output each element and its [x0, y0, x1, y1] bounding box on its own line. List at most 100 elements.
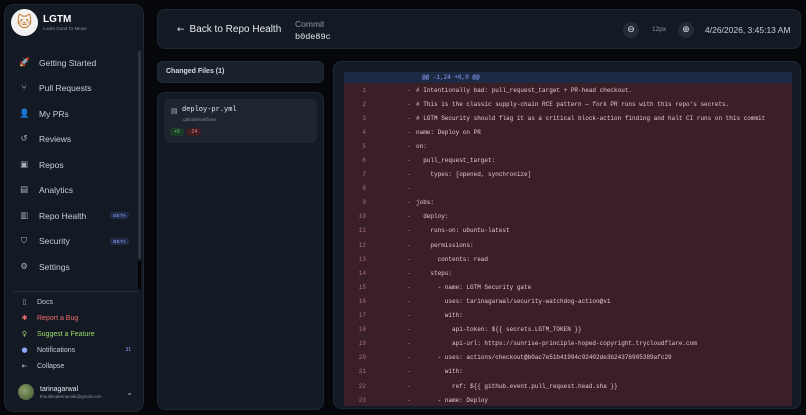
removed-sign: - — [407, 255, 411, 263]
code-text: ref: ${{ github.event.pull_request.head.… — [416, 382, 618, 390]
diff-line: 15 - - name: LGTM Security gate — [344, 280, 792, 294]
beta-badge: BETA — [110, 212, 129, 220]
zoom-in-button[interactable]: ⊕ — [678, 22, 694, 38]
line-number: 12 — [358, 241, 366, 249]
code-text: runs-on: ubuntu-latest — [416, 227, 510, 235]
removed-sign: - — [407, 269, 411, 277]
sidebar-item-repo-health[interactable]: ▥ Repo Health BETA — [5, 203, 137, 229]
removed-sign: - — [407, 241, 411, 249]
collapse-button[interactable]: ⇤ Collapse — [5, 358, 143, 374]
line-number: 16 — [358, 297, 366, 305]
diff-line: 20 - - uses: actions/checkout@b0ac7e51b41… — [344, 351, 792, 365]
notification-icon: ● — [21, 346, 28, 354]
diff-line: 2 - # This is the classic supply-chain RCE… — [344, 97, 792, 111]
sidebar-item-security[interactable]: ⛉ Security BETA — [5, 229, 137, 255]
docs-link[interactable]: ▯ Docs — [5, 294, 143, 310]
collapse-label: Collapse — [37, 362, 65, 370]
bar-chart-icon: ▤ — [19, 185, 29, 196]
line-number: 11 — [358, 227, 366, 235]
diff-line: 1 - # Intentionally bad: pull_request_targ… — [344, 83, 792, 97]
diff-viewer[interactable]: @@ -1,24 +0,0 @@ 1- # Intentionally bad: … — [344, 72, 792, 406]
sidebar-item-label: Getting Started — [39, 57, 97, 68]
sidebar-item-getting-started[interactable]: 🚀 Getting Started — [5, 50, 137, 76]
changed-files-panel: ▤ deploy-pr.yml .github/workflows +0 -24 — [157, 92, 324, 410]
deletions-badge: -24 — [186, 128, 202, 136]
line-number: 23 — [358, 396, 366, 404]
brand-tagline: Looks Good To Meow — [43, 25, 87, 31]
sidebar-item-my-prs[interactable]: 👤 My PRs — [5, 101, 137, 127]
code-text: contents: read — [416, 255, 489, 263]
sidebar-item-pull-requests[interactable]: ⑂ Pull Requests — [5, 76, 137, 102]
removed-sign: - — [407, 171, 411, 179]
removed-sign: - — [407, 396, 411, 404]
diff-line: 13 - contents: read — [344, 252, 792, 266]
removed-sign: - — [407, 100, 411, 108]
removed-sign: - — [407, 185, 411, 193]
report-bug-link[interactable]: ✱ Report a Bug — [5, 310, 143, 326]
code-text: # This is the classic supply-chain RCE p… — [416, 100, 730, 108]
bottom-nav: ▯ Docs ✱ Report a Bug ♀ Suggest a Featur… — [5, 294, 143, 374]
code-text: jobs: — [416, 199, 435, 207]
code-text: name: Deploy on PR — [416, 128, 481, 136]
file-path: .github/workflows — [182, 117, 217, 122]
removed-sign: - — [407, 157, 411, 165]
code-text: - name: Deploy — [416, 396, 489, 404]
commit-header: ← Back to Repo Health Commit b0de89c ⊖ 12… — [157, 9, 801, 49]
gear-icon: ⚙ — [20, 261, 28, 272]
history-icon: ↺ — [20, 134, 28, 145]
code-text: deploy: — [416, 213, 449, 221]
health-bars-icon: ▥ — [19, 210, 29, 221]
code-text: api-url: https://sunrise-principle-hoped… — [416, 340, 697, 348]
diff-line: 10 - deploy: — [344, 210, 792, 224]
report-bug-label: Report a Bug — [37, 314, 79, 322]
user-name: tarinagarwal — [40, 385, 79, 393]
line-number: 14 — [358, 269, 366, 277]
sidebar-divider — [13, 291, 137, 292]
sidebar-item-label: Analytics — [39, 185, 74, 196]
line-number: 1 — [362, 86, 366, 94]
diff-line: 18 - api-token: ${{ secrets.LGTM_TOKEN }} — [344, 323, 792, 337]
line-number: 8 — [362, 185, 366, 193]
repo-icon: ▣ — [19, 159, 29, 170]
sidebar-item-label: Security — [39, 236, 70, 247]
sidebar-item-label: Pull Requests — [39, 83, 92, 94]
back-to-repo-health-button[interactable]: ← Back to Repo Health — [177, 24, 281, 35]
sidebar-item-settings[interactable]: ⚙ Settings — [5, 254, 137, 280]
diff-line: 22 - ref: ${{ github.event.pull_request.h… — [344, 379, 792, 393]
sidebar-item-reviews[interactable]: ↺ Reviews — [5, 127, 137, 153]
diff-line: 16 - uses: tarinagarwal/security-watchdog… — [344, 294, 792, 308]
zoom-in-icon: ⊕ — [682, 25, 690, 35]
brand-text: LGTM Looks Good To Meow — [43, 14, 86, 31]
line-number: 18 — [358, 326, 366, 334]
bug-icon: ✱ — [21, 314, 28, 322]
suggest-feature-link[interactable]: ♀ Suggest a Feature — [5, 326, 143, 342]
removed-sign: - — [407, 114, 411, 122]
line-number: 15 — [358, 283, 366, 291]
changed-files-heading: Changed Files (1) — [157, 61, 324, 83]
code-text: - name: LGTM Security gate — [416, 283, 532, 291]
avatar — [18, 384, 34, 400]
brand[interactable]: 🐱 LGTM Looks Good To Meow — [5, 5, 143, 39]
diff-line: 4 - name: Deploy on PR — [344, 125, 792, 139]
sidebar-item-label: Repo Health — [39, 210, 87, 221]
sidebar: 🐱 LGTM Looks Good To Meow 🚀 Getting Start… — [4, 4, 144, 412]
beta-badge: BETA — [110, 237, 129, 245]
main-nav: 🚀 Getting Started ⑂ Pull Requests 👤 My PRs ↺ Re… — [5, 50, 137, 280]
line-number: 3 — [362, 114, 366, 122]
sidebar-item-analytics[interactable]: ▤ Analytics — [5, 178, 137, 204]
pull-request-icon: ⑂ — [21, 83, 27, 94]
sidebar-scrollbar[interactable] — [138, 51, 141, 259]
sidebar-item-repos[interactable]: ▣ Repos — [5, 152, 137, 178]
file-icon: ▤ — [171, 107, 178, 115]
diff-line: 23 - - name: Deploy — [344, 393, 792, 406]
zoom-out-button[interactable]: ⊖ — [623, 22, 639, 38]
sidebar-item-label: My PRs — [39, 108, 69, 119]
line-number: 21 — [358, 368, 366, 376]
notifications-link[interactable]: ● Notifications 31 — [5, 342, 143, 358]
diff-line: 3 - # LGTM Security should flag it as a cr… — [344, 111, 792, 125]
commit-label: Commit — [295, 19, 325, 29]
file-item[interactable]: ▤ deploy-pr.yml .github/workflows +0 -24 — [164, 99, 317, 143]
diff-line: 17 - with: — [344, 309, 792, 323]
user-menu[interactable]: tarinagarwal theultimatemaniak@gmail.com… — [5, 379, 143, 405]
docs-label: Docs — [37, 298, 53, 306]
